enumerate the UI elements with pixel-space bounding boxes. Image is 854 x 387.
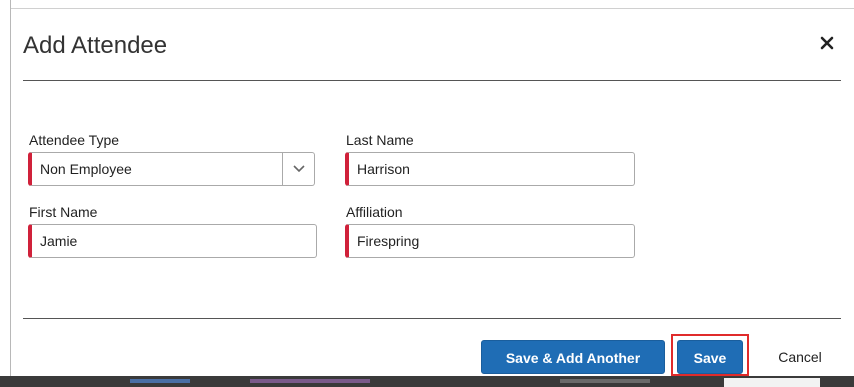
close-icon[interactable] <box>819 36 835 52</box>
chevron-down-icon[interactable] <box>282 153 314 185</box>
last-name-input[interactable]: Harrison <box>345 152 635 186</box>
first-name-input[interactable]: Jamie <box>28 224 317 258</box>
affiliation-value: Firespring <box>357 233 420 249</box>
affiliation-input[interactable]: Firespring <box>345 224 635 258</box>
last-name-value: Harrison <box>357 161 410 177</box>
last-name-label: Last Name <box>346 132 414 148</box>
attendee-type-label: Attendee Type <box>29 132 120 148</box>
first-name-label: First Name <box>29 204 98 220</box>
dialog-title: Add Attendee <box>23 32 168 59</box>
add-attendee-dialog: Add Attendee Attendee Type Non Employee … <box>10 0 854 387</box>
affiliation-label: Affiliation <box>346 204 403 220</box>
chevron-down-glyph <box>292 165 305 173</box>
save-add-another-button[interactable]: Save & Add Another <box>481 340 665 374</box>
header-divider <box>23 80 841 81</box>
strip-segment <box>250 379 370 383</box>
cancel-button[interactable]: Cancel <box>767 340 833 374</box>
attendee-type-value: Non Employee <box>40 161 132 177</box>
background-strip <box>0 376 854 387</box>
strip-segment <box>560 379 650 383</box>
strip-tray <box>724 378 820 387</box>
close-icon-glyph <box>820 36 834 50</box>
strip-segment <box>130 379 190 383</box>
footer-divider <box>23 318 841 319</box>
attendee-type-select[interactable]: Non Employee <box>28 152 315 186</box>
save-button[interactable]: Save <box>677 340 743 374</box>
first-name-value: Jamie <box>40 233 78 249</box>
